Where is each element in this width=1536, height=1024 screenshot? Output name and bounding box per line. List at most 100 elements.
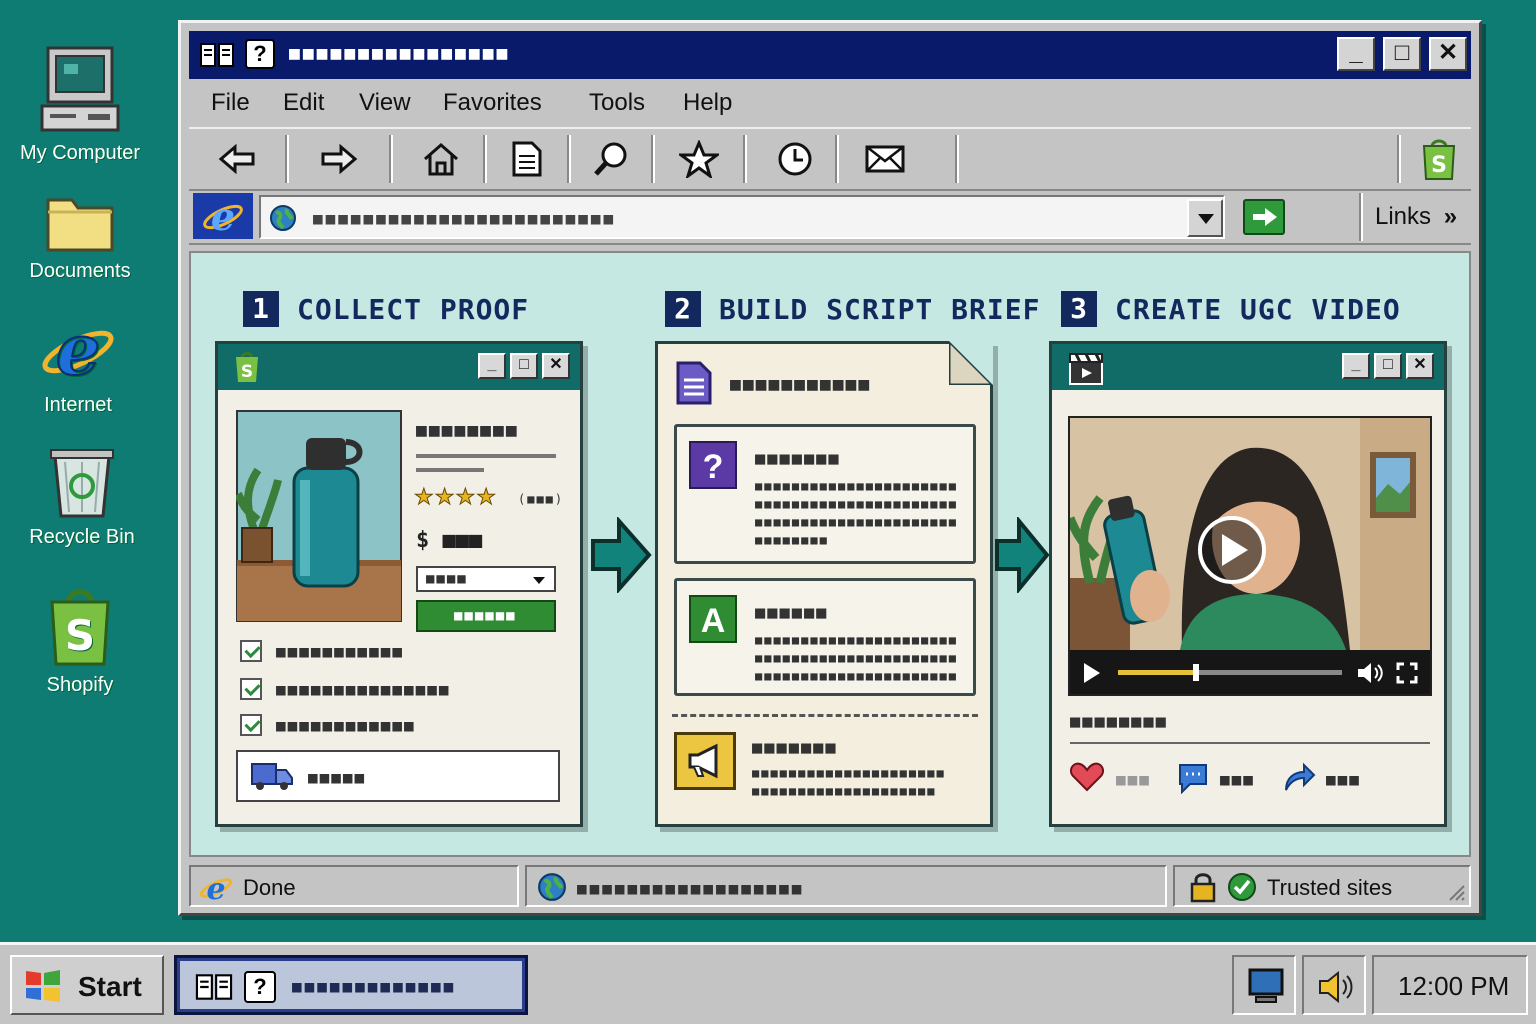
mail-button[interactable] <box>855 137 915 181</box>
search-button[interactable] <box>581 137 641 181</box>
shipping-box: ■■■■■ <box>236 750 560 802</box>
delivery-truck-icon <box>251 763 293 790</box>
play-icon[interactable] <box>1082 662 1102 684</box>
home-icon <box>424 143 458 176</box>
favorites-button[interactable] <box>669 137 729 181</box>
cta-line: ■■■■■■■■■■■■■■■■■■■■ <box>752 784 937 798</box>
resize-grip-icon[interactable] <box>1445 881 1465 901</box>
chevron-down-icon <box>533 577 545 584</box>
step-title: CREATE UGC VIDEO <box>1115 292 1401 326</box>
minimize-button[interactable]: _ <box>1337 37 1375 71</box>
page-button[interactable] <box>497 137 557 181</box>
minimize-button[interactable]: _ <box>1342 353 1370 379</box>
toolbar-separator <box>483 135 487 183</box>
menu-file[interactable]: File <box>211 89 250 117</box>
open-book-icon <box>195 974 233 1000</box>
task-inner: ? ■■■■■■■■■■■■■ <box>180 961 522 1009</box>
step-number: 1 <box>243 291 279 327</box>
svg-text:S: S <box>1431 153 1447 178</box>
svg-text:e: e <box>206 872 225 903</box>
desktop-icon-label: My Computer <box>19 142 141 164</box>
menu-edit[interactable]: Edit <box>283 89 324 117</box>
maximize-button[interactable]: □ <box>510 353 538 379</box>
checkbox-checked[interactable] <box>240 640 262 662</box>
add-to-cart-button[interactable]: ■■■■■■ <box>416 600 556 632</box>
fullscreen-icon[interactable] <box>1396 662 1418 684</box>
links-button[interactable]: Links » <box>1375 203 1457 231</box>
checklist-item: ■■■■■■■■■■■■■■■ <box>276 680 451 699</box>
close-button[interactable]: ✕ <box>542 353 570 379</box>
card-line: ■■■■■■■■■■■■■■■■■■■■■■ <box>755 479 958 493</box>
menu-favorites[interactable]: Favorites <box>443 89 542 117</box>
cta-megaphone-badge <box>674 732 736 790</box>
step-number: 3 <box>1061 291 1097 327</box>
address-separator <box>1359 193 1363 241</box>
minimize-button[interactable]: _ <box>478 353 506 379</box>
card-line: ■■■■■■■■■■■■■■■■■■■■■■ <box>755 515 958 529</box>
windows-logo-icon <box>26 970 60 1002</box>
toolbar-separator <box>835 135 839 183</box>
comment-count: ■■■ <box>1220 770 1255 789</box>
desktop-icon-shopify[interactable]: S Shopify <box>10 584 150 697</box>
toolbar: S <box>189 127 1471 191</box>
menu-view[interactable]: View <box>359 89 411 117</box>
title-bar[interactable]: ? ■■■■■■■■■■■■■■■■ _ □ ✕ <box>189 31 1471 79</box>
card-heading: ■■■■■■ <box>755 603 829 623</box>
question-badge: ? <box>689 441 737 489</box>
rating-star-icon: ★ <box>455 484 477 510</box>
back-button[interactable] <box>207 137 267 181</box>
maximize-button[interactable]: □ <box>1383 37 1421 71</box>
video-progress-track[interactable] <box>1118 664 1342 681</box>
product-window-titlebar: S _ □ ✕ <box>218 344 580 390</box>
home-button[interactable] <box>411 137 471 181</box>
address-value: ■■■■■■■■■■■■■■■■■■■■■■■■ <box>313 209 617 228</box>
step-heading-2: 2 BUILD SCRIPT BRIEF <box>665 291 1040 327</box>
rating-star-icon: ★ <box>434 484 456 510</box>
back-icon <box>218 144 255 174</box>
toolbar-separator <box>567 135 571 183</box>
desktop-icon-recycle-bin[interactable]: Recycle Bin <box>12 446 152 549</box>
go-button[interactable] <box>1243 199 1285 235</box>
variant-select[interactable]: ■■■■ <box>416 566 556 592</box>
volume-icon[interactable] <box>1356 662 1384 684</box>
chevron-down-icon <box>1198 214 1214 224</box>
close-button[interactable]: ✕ <box>1429 37 1467 71</box>
start-button[interactable]: Start <box>10 955 164 1015</box>
desktop-icon-documents[interactable]: Documents <box>10 190 150 283</box>
desktop-icon-my-computer[interactable]: My Computer <box>10 44 150 165</box>
brief-title: ■■■■■■■■■■■ <box>730 374 872 395</box>
svg-text:e: e <box>56 312 101 388</box>
address-field[interactable]: ■■■■■■■■■■■■■■■■■■■■■■■■ <box>259 195 1225 239</box>
tray-volume-box[interactable] <box>1302 955 1366 1015</box>
flow-arrow-icon <box>591 517 652 593</box>
desktop-icon-internet[interactable]: e Internet <box>8 312 148 417</box>
checkbox-checked[interactable] <box>240 678 262 700</box>
taskbar-task-browser[interactable]: ? ■■■■■■■■■■■■■ <box>174 955 528 1015</box>
close-button[interactable]: ✕ <box>1406 353 1434 379</box>
script-brief-document: ■■■■■■■■■■■ ? ■■■■■■■ ■■■■■■■■■■■■■■■■■■… <box>655 341 993 827</box>
tray-display-icon-box[interactable] <box>1232 955 1296 1015</box>
toolbar-separator <box>955 135 959 183</box>
checkbox-checked[interactable] <box>240 714 262 736</box>
heart-icon[interactable] <box>1070 762 1104 792</box>
history-button[interactable] <box>765 137 825 181</box>
forward-button[interactable] <box>309 137 369 181</box>
taskbar: Start ? ■■■■■■■■■■■■■ 12:00 PM <box>0 942 1536 1024</box>
internet-explorer-icon: e <box>42 312 114 388</box>
comment-bubble-icon[interactable] <box>1176 762 1210 794</box>
shopify-bag-icon: S <box>50 589 110 666</box>
double-chevron-icon: » <box>1443 203 1458 230</box>
video-player[interactable] <box>1068 416 1432 696</box>
address-dropdown-button[interactable] <box>1187 199 1223 237</box>
globe-icon <box>270 205 296 231</box>
video-progress-knob[interactable] <box>1193 664 1200 681</box>
share-arrow-icon[interactable] <box>1282 762 1316 792</box>
tray-clock-box[interactable]: 12:00 PM <box>1372 955 1528 1015</box>
maximize-button[interactable]: □ <box>1374 353 1402 379</box>
menu-tools[interactable]: Tools <box>589 89 645 117</box>
speaker-icon <box>1319 971 1353 1003</box>
product-window: S _ □ ✕ ■■■■■■■■ ★★★★ (■■■) $ ■■■ ■■■■ ■… <box>215 341 583 827</box>
shopify-toolbar-button[interactable]: S <box>1409 137 1469 181</box>
svg-text:e: e <box>211 196 235 236</box>
menu-help[interactable]: Help <box>683 89 732 117</box>
